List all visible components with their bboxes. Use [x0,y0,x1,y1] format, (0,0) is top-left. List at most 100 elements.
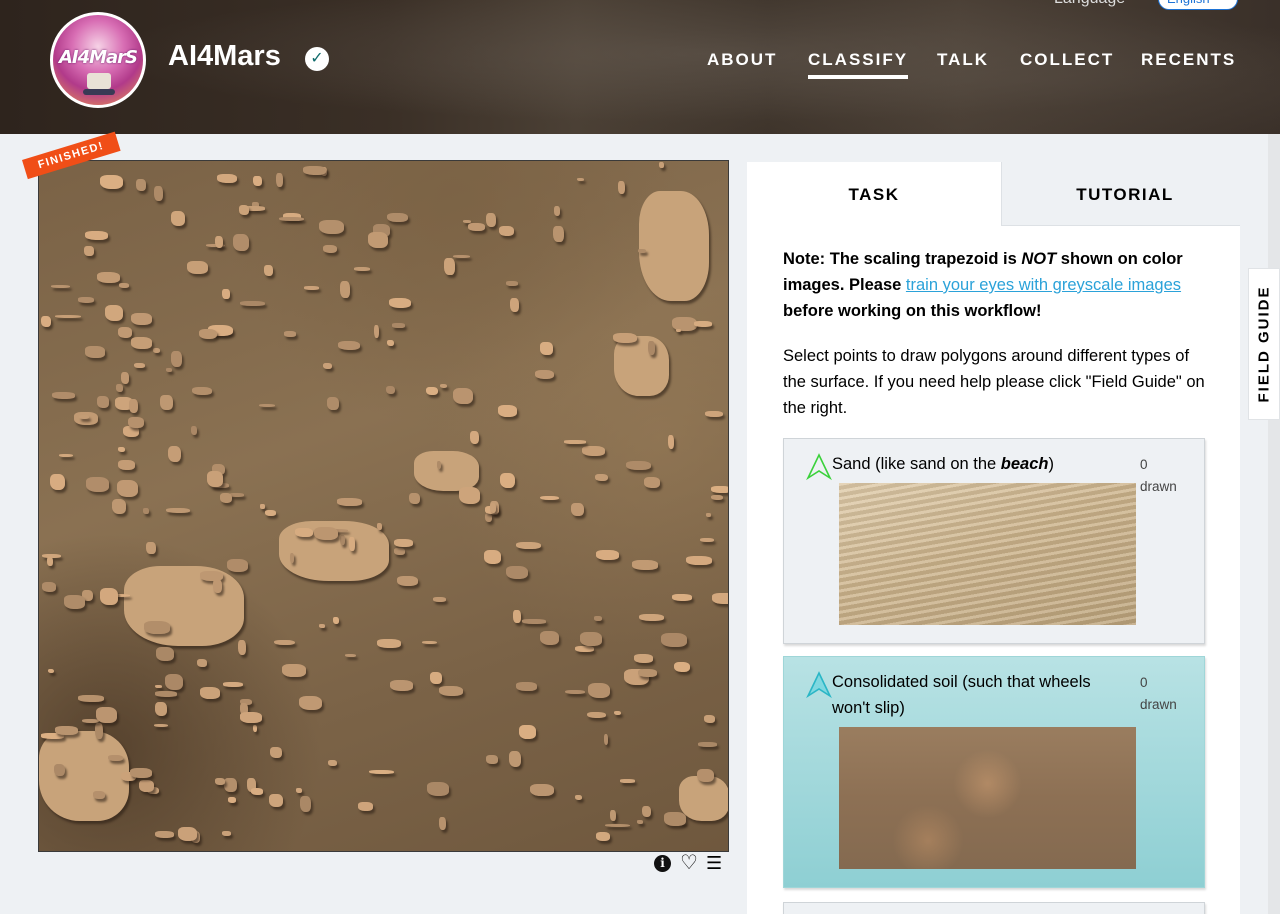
field-guide-tab[interactable]: FIELD GUIDE [1248,268,1280,420]
surface-pebble [497,405,517,418]
surface-rock [679,776,728,821]
tab-tutorial[interactable]: TUTORIAL [1001,162,1240,226]
surface-pebble [333,616,340,625]
surface-pebble [553,206,561,216]
surface-pebble [143,621,170,634]
surface-rock [39,731,129,821]
surface-pebble [673,661,690,673]
verified-check-icon: ✓ [305,47,329,71]
surface-pebble [700,538,715,543]
surface-pebble [322,245,338,254]
language-select[interactable]: English [1158,0,1238,10]
surface-pebble [165,507,190,514]
surface-pebble [200,686,220,699]
surface-pebble [260,504,265,510]
surface-pebble [513,610,521,623]
favorite-heart-icon[interactable]: ♡ [680,850,698,875]
rover-icon [87,73,111,89]
surface-pebble [63,595,86,609]
surface-pebble [349,537,355,551]
surface-pebble [642,805,652,818]
add-to-collection-icon[interactable]: ☰ [706,853,722,874]
drawn-count-unit: drawn [1140,697,1177,712]
surface-pebble [539,631,560,645]
surface-pebble [155,684,162,688]
surface-pebble [259,404,276,408]
surface-pebble [323,363,333,370]
surface-pebble [637,668,657,677]
surface-pebble [252,724,257,732]
answer-label-suffix: ) [1048,455,1054,473]
surface-pebble [610,809,617,822]
surface-pebble [47,668,54,674]
surface-pebble [439,383,448,389]
surface-pebble [505,565,529,580]
metadata-info-icon[interactable]: i [654,855,671,872]
surface-pebble [78,695,104,703]
project-avatar[interactable]: AI4MarS [50,12,146,108]
drawn-count-unit: drawn [1140,479,1177,494]
surface-pebble [648,340,656,355]
nav-about[interactable]: ABOUT [707,50,777,70]
surface-pebble [686,556,713,566]
project-logo-text: AI4MarS [58,47,138,68]
surface-pebble [118,447,126,453]
surface-pebble [626,461,651,471]
subject-image[interactable] [38,160,729,852]
nav-collect[interactable]: COLLECT [1020,50,1114,70]
surface-pebble [340,534,345,545]
surface-pebble [281,664,306,677]
page-scrollbar-track[interactable] [1268,134,1280,914]
surface-pebble [339,281,350,298]
answer-count: 0 drawn [1140,454,1177,498]
answer-label: Sand (like sand on the beach) [832,451,1054,477]
surface-pebble [508,750,522,767]
nav-classify[interactable]: CLASSIFY [808,50,909,79]
surface-pebble [303,286,319,290]
nav-recents[interactable]: RECENTS [1141,50,1236,70]
surface-pebble [540,342,553,355]
surface-pebble [377,638,401,648]
nav-talk[interactable]: TALK [937,50,989,70]
surface-pebble [77,297,95,304]
surface-pebble [300,796,312,813]
surface-pebble [458,487,480,504]
surface-pebble [131,313,153,326]
tab-task[interactable]: TASK [747,162,1001,226]
surface-pebble [154,691,178,697]
surface-pebble [453,387,473,405]
surface-pebble [637,248,646,253]
surface-pebble [134,362,145,369]
surface-pebble [128,416,144,428]
surface-pebble [515,541,541,550]
answer-consolidated-soil[interactable]: Consolidated soil (such that wheels won'… [783,656,1205,888]
surface-pebble [594,473,608,482]
surface-pebble [486,213,497,227]
surface-pebble [388,297,412,309]
surface-pebble [612,332,637,344]
surface-rock [124,566,244,646]
answer-next-partial[interactable] [783,902,1205,914]
surface-pebble [393,548,405,555]
surface-pebble [153,724,169,728]
surface-pebble [264,510,277,516]
surface-pebble [574,794,582,801]
surface-pebble [586,711,606,719]
answer-sand[interactable]: Sand (like sand on the beach) 0 drawn [783,438,1205,644]
surface-pebble [138,779,154,792]
surface-pebble [594,616,602,621]
surface-pebble [438,685,464,697]
surface-pebble [694,320,713,327]
surface-pebble [319,624,326,628]
note-suffix: before working on this workflow! [783,302,1042,320]
project-title[interactable]: AI4Mars [168,40,281,73]
surface-pebble [467,223,485,232]
soil-example-image [839,727,1136,869]
surface-pebble [575,645,594,652]
surface-pebble [453,254,471,258]
surface-pebble [664,812,687,826]
greyscale-training-link[interactable]: train your eyes with greyscale images [906,276,1181,294]
surface-pebble [52,392,75,400]
surface-pebble [518,724,536,739]
answer-label-prefix: Sand (like sand on the [832,455,1001,473]
